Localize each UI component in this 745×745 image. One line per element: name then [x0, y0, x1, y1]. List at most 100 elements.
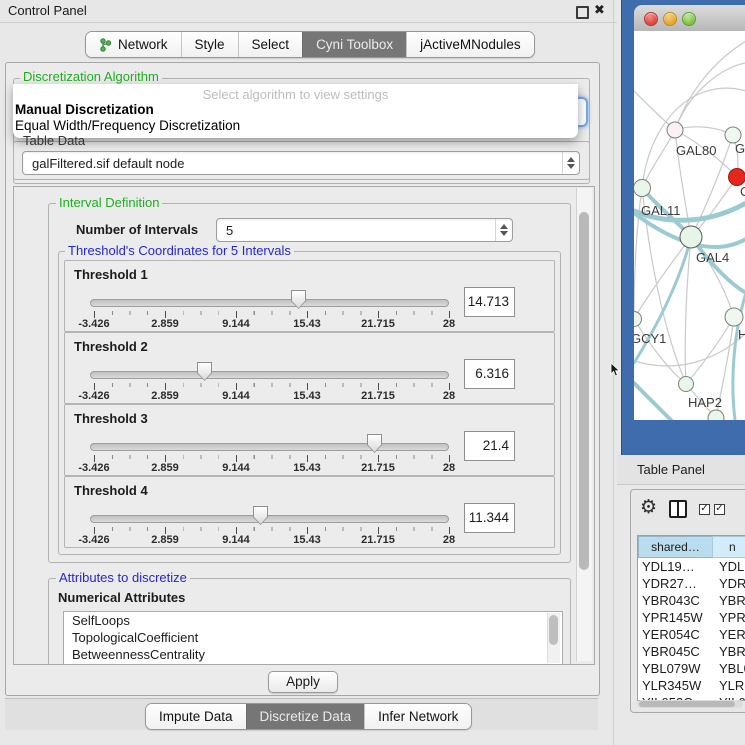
- threshold-value-field[interactable]: 11.344: [464, 503, 515, 533]
- threshold-label: Threshold 4: [74, 483, 148, 498]
- attributes-group-label: Attributes to discretize: [56, 571, 190, 585]
- tick-label: 2.859: [151, 390, 179, 402]
- horizontal-scrollbar-thumb[interactable]: [639, 701, 735, 707]
- tab-select[interactable]: Select: [238, 32, 303, 57]
- bottom-tabs: Impute Data Discretize Data Infer Networ…: [145, 703, 472, 730]
- node-label: GAL80: [676, 143, 716, 158]
- tick-label: 28: [443, 390, 455, 402]
- list-scrollbar[interactable]: [547, 613, 560, 663]
- tab-network[interactable]: Network: [86, 32, 181, 57]
- split-columns-icon[interactable]: [669, 500, 687, 518]
- tab-jactivemnodules[interactable]: jActiveMNodules: [406, 32, 534, 57]
- network-window-titlebar[interactable]: [634, 5, 745, 32]
- slider-track[interactable]: [90, 515, 449, 523]
- table-row[interactable]: YLR345W YLR3: [638, 677, 745, 694]
- zoom-traffic-light-icon[interactable]: [682, 12, 696, 26]
- table-row[interactable]: YBR043C YBR0: [638, 592, 745, 609]
- tick-label: 9.144: [222, 390, 250, 402]
- dropdown-item-equal-width-frequency[interactable]: Equal Width/Frequency Discretization: [15, 118, 240, 133]
- cell-shared-name: YER054C: [642, 626, 700, 643]
- node-table: shared… n YDL19… YDL1 YDR27… YDR2 YBR043…: [637, 535, 745, 701]
- node-gal80[interactable]: [667, 122, 683, 138]
- vertical-scrollbar[interactable]: [576, 188, 592, 661]
- network-nodes: [634, 122, 745, 420]
- network-view-window[interactable]: GAL80 GA C GAL11 GAL4 GCY1 H HAP2: [621, 0, 745, 455]
- tab-discretize-data[interactable]: Discretize Data: [246, 704, 365, 729]
- tick-label: -3.426: [78, 462, 109, 474]
- cell-name: YDR2: [719, 575, 745, 592]
- node-gal11[interactable]: [634, 180, 651, 197]
- node-selected-red[interactable]: [729, 169, 745, 186]
- close-traffic-light-icon[interactable]: [644, 12, 658, 26]
- tick-label: 28: [443, 318, 455, 330]
- spinner-icon: [562, 152, 579, 174]
- dropdown-item-manual-discretization[interactable]: Manual Discretization: [15, 102, 154, 117]
- node-gcy1[interactable]: [634, 312, 642, 327]
- algorithm-dropdown-popup: Select algorithm to view settings Manual…: [13, 84, 578, 138]
- checkbox-icon[interactable]: ✓: [714, 504, 725, 515]
- minimize-traffic-light-icon[interactable]: [663, 12, 677, 26]
- node-gal4[interactable]: [680, 226, 702, 248]
- list-item[interactable]: BetweennessCentrality: [64, 646, 562, 663]
- list-item[interactable]: TopologicalCoefficient: [64, 629, 562, 646]
- column-header-shared-name[interactable]: shared…: [638, 536, 713, 558]
- horizontal-scrollbar[interactable]: [637, 700, 743, 708]
- tab-style[interactable]: Style: [181, 32, 238, 57]
- slider-track[interactable]: [90, 443, 449, 451]
- table-row[interactable]: YPR145W YPR1: [638, 609, 745, 626]
- table-row[interactable]: YBL079W YBL0: [638, 660, 745, 677]
- table-panel-titlebar: Table Panel: [617, 455, 745, 485]
- threshold-value-field[interactable]: 6.316: [464, 359, 515, 389]
- tick-label: 15.43: [293, 318, 321, 330]
- tick-label: 9.144: [222, 534, 250, 546]
- number-of-intervals-combobox[interactable]: 5: [216, 218, 513, 242]
- slider-track[interactable]: [90, 299, 449, 307]
- threshold-value-field[interactable]: 21.4: [464, 431, 515, 461]
- tab-infer-network[interactable]: Infer Network: [364, 704, 471, 729]
- list-scrollbar-thumb[interactable]: [549, 615, 558, 645]
- tick-label: 2.859: [151, 462, 179, 474]
- node-hap2[interactable]: [679, 377, 694, 392]
- node-labels: GAL80 GA C GAL11 GAL4 GCY1 H HAP2: [634, 141, 745, 410]
- float-window-icon[interactable]: [576, 6, 589, 19]
- network-graph: GAL80 GA C GAL11 GAL4 GCY1 H HAP2: [634, 31, 745, 420]
- network-canvas[interactable]: GAL80 GA C GAL11 GAL4 GCY1 H HAP2: [634, 31, 745, 420]
- tick-label: 21.715: [361, 390, 395, 402]
- tick-label: -3.426: [78, 318, 109, 330]
- tab-label: jActiveMNodules: [420, 37, 521, 52]
- network-icon: [99, 38, 112, 52]
- threshold-value-field[interactable]: 14.713: [464, 287, 515, 317]
- apply-button[interactable]: Apply: [268, 671, 338, 693]
- gear-icon[interactable]: ⚙: [640, 496, 657, 518]
- cell-name: YBR0: [719, 592, 745, 609]
- table-row[interactable]: YER054C YER0: [638, 626, 745, 643]
- table-row[interactable]: YBR045C YBR0: [638, 643, 745, 660]
- tab-impute-data[interactable]: Impute Data: [146, 704, 246, 729]
- table-row[interactable]: YDL19… YDL1: [638, 558, 745, 575]
- checkbox-icon[interactable]: ✓: [699, 504, 710, 515]
- node-h[interactable]: [725, 308, 743, 326]
- tick-label: 21.715: [361, 534, 395, 546]
- node-label: GAL4: [696, 250, 729, 265]
- tab-label: Select: [252, 37, 290, 52]
- slider-track[interactable]: [90, 371, 449, 379]
- dropdown-placeholder: Select algorithm to view settings: [13, 87, 578, 102]
- numerical-attributes-label: Numerical Attributes: [58, 590, 185, 605]
- tab-label: Impute Data: [159, 709, 233, 724]
- vertical-scrollbar-thumb[interactable]: [579, 212, 589, 570]
- tab-label: Discretize Data: [260, 709, 352, 724]
- panel-title: Control Panel: [8, 3, 87, 18]
- close-icon[interactable]: ✖: [594, 2, 605, 18]
- table-row[interactable]: YDR27… YDR2: [638, 575, 745, 592]
- table-panel-title: Table Panel: [637, 462, 705, 477]
- control-panel-tabs: Network Style Select Cyni Toolbox jActiv…: [85, 31, 535, 58]
- column-header-name[interactable]: n: [712, 536, 745, 558]
- table-data-combobox[interactable]: galFiltered.sif default node: [22, 151, 580, 175]
- tick-label: -3.426: [78, 534, 109, 546]
- cell-shared-name: YBR045C: [642, 643, 700, 660]
- tab-cyni-toolbox[interactable]: Cyni Toolbox: [302, 32, 406, 57]
- screen: Control Panel ✖ Network Style Select Cyn…: [0, 0, 745, 745]
- cell-shared-name: YBL079W: [642, 660, 701, 677]
- list-item[interactable]: SelfLoops: [64, 612, 562, 629]
- tab-label: Style: [195, 37, 225, 52]
